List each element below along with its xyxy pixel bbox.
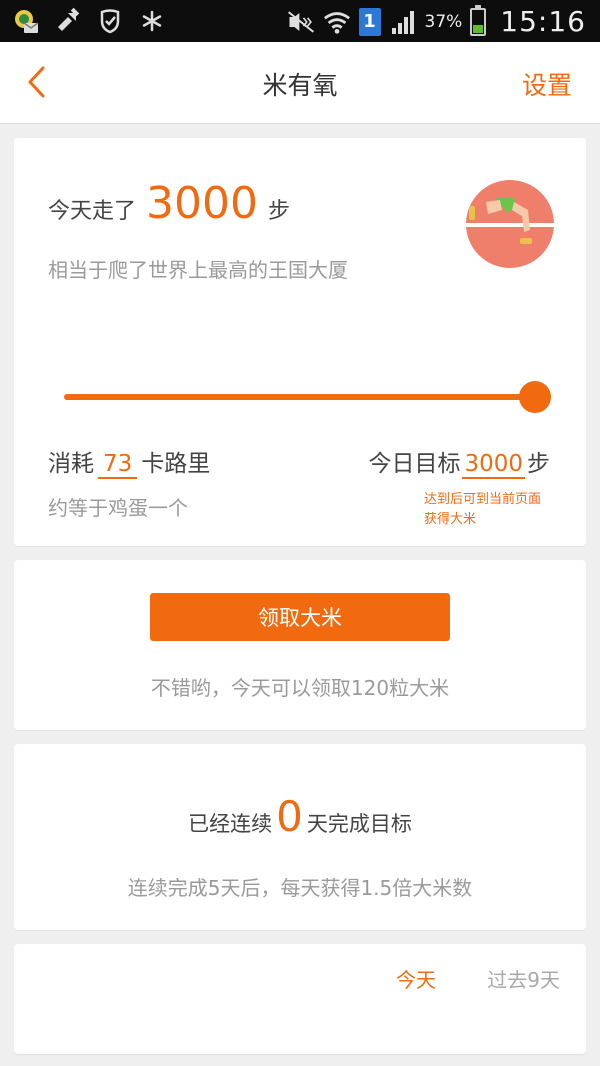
status-right-icons: 1 37% 15:16: [287, 4, 587, 38]
battery-icon: [470, 4, 487, 36]
goal-value: 3000: [462, 451, 525, 479]
tab-today[interactable]: 今天: [396, 964, 436, 993]
claim-rice-button[interactable]: 领取大米: [150, 593, 450, 641]
runner-icon: [466, 180, 554, 268]
status-bar: 1 37% 15:16: [0, 0, 600, 42]
asterisk-icon: [138, 7, 166, 35]
shield-icon: [96, 7, 124, 35]
steps-suffix: 步: [268, 199, 291, 224]
battery-percent: 37%: [424, 11, 463, 32]
streak-prefix: 已经连续: [188, 812, 273, 836]
steps-summary: 今天走了 3000 步: [48, 182, 290, 226]
streak-days: 0: [276, 792, 303, 841]
settings-button[interactable]: 设置: [522, 66, 572, 102]
goal-suffix: 步: [527, 451, 550, 477]
goal-note: 达到后可到当前页面获得大米: [424, 492, 542, 527]
sim-badge-icon: 1: [358, 7, 381, 36]
progress-handle[interactable]: [519, 381, 551, 413]
claim-note: 不错哟，今天可以领取120粒大米: [150, 676, 450, 700]
battery-level: [473, 24, 484, 33]
goal-line: 今日目标 3000 步: [368, 444, 550, 479]
history-card: 今天 过去9天: [14, 944, 586, 1054]
streak-card: 已经连续 0 天完成目标 连续完成5天后，每天获得1.5倍大米数: [14, 744, 586, 930]
mute-icon: [287, 8, 315, 36]
calories-value: 73: [98, 451, 138, 479]
wifi-icon: [323, 8, 351, 36]
calories-line: 消耗 73 卡路里: [48, 444, 210, 479]
calories-suffix: 卡路里: [141, 451, 211, 477]
signal-icon: [389, 8, 417, 36]
progress-track: [64, 394, 542, 400]
claim-card: 领取大米 不错哟，今天可以领取120粒大米: [14, 560, 586, 730]
tool-icon: [54, 7, 82, 35]
steps-prefix: 今天走了: [48, 199, 137, 224]
page-title: 米有氧: [262, 71, 338, 100]
steps-card: 今天走了 3000 步 相当于爬了世界上最高的王国大厦 消耗 73 卡路里 约等…: [14, 138, 586, 546]
status-time: 15:16: [500, 5, 586, 38]
calories-prefix: 消耗: [48, 451, 94, 477]
calories-equivalent: 约等于鸡蛋一个: [48, 496, 188, 520]
streak-note: 连续完成5天后，每天获得1.5倍大米数: [127, 876, 473, 900]
app-notification-icon: [12, 7, 40, 35]
tab-past-9-days[interactable]: 过去9天: [487, 964, 560, 993]
streak-summary: 已经连续 0 天完成目标: [14, 796, 586, 838]
status-left-icons: [12, 7, 166, 35]
goal-prefix: 今日目标: [368, 451, 461, 477]
steps-count: 3000: [146, 178, 258, 229]
steps-comparison: 相当于爬了世界上最高的王国大厦: [48, 258, 348, 282]
streak-suffix: 天完成目标: [306, 812, 412, 836]
app-header: 米有氧 设置: [0, 42, 600, 124]
